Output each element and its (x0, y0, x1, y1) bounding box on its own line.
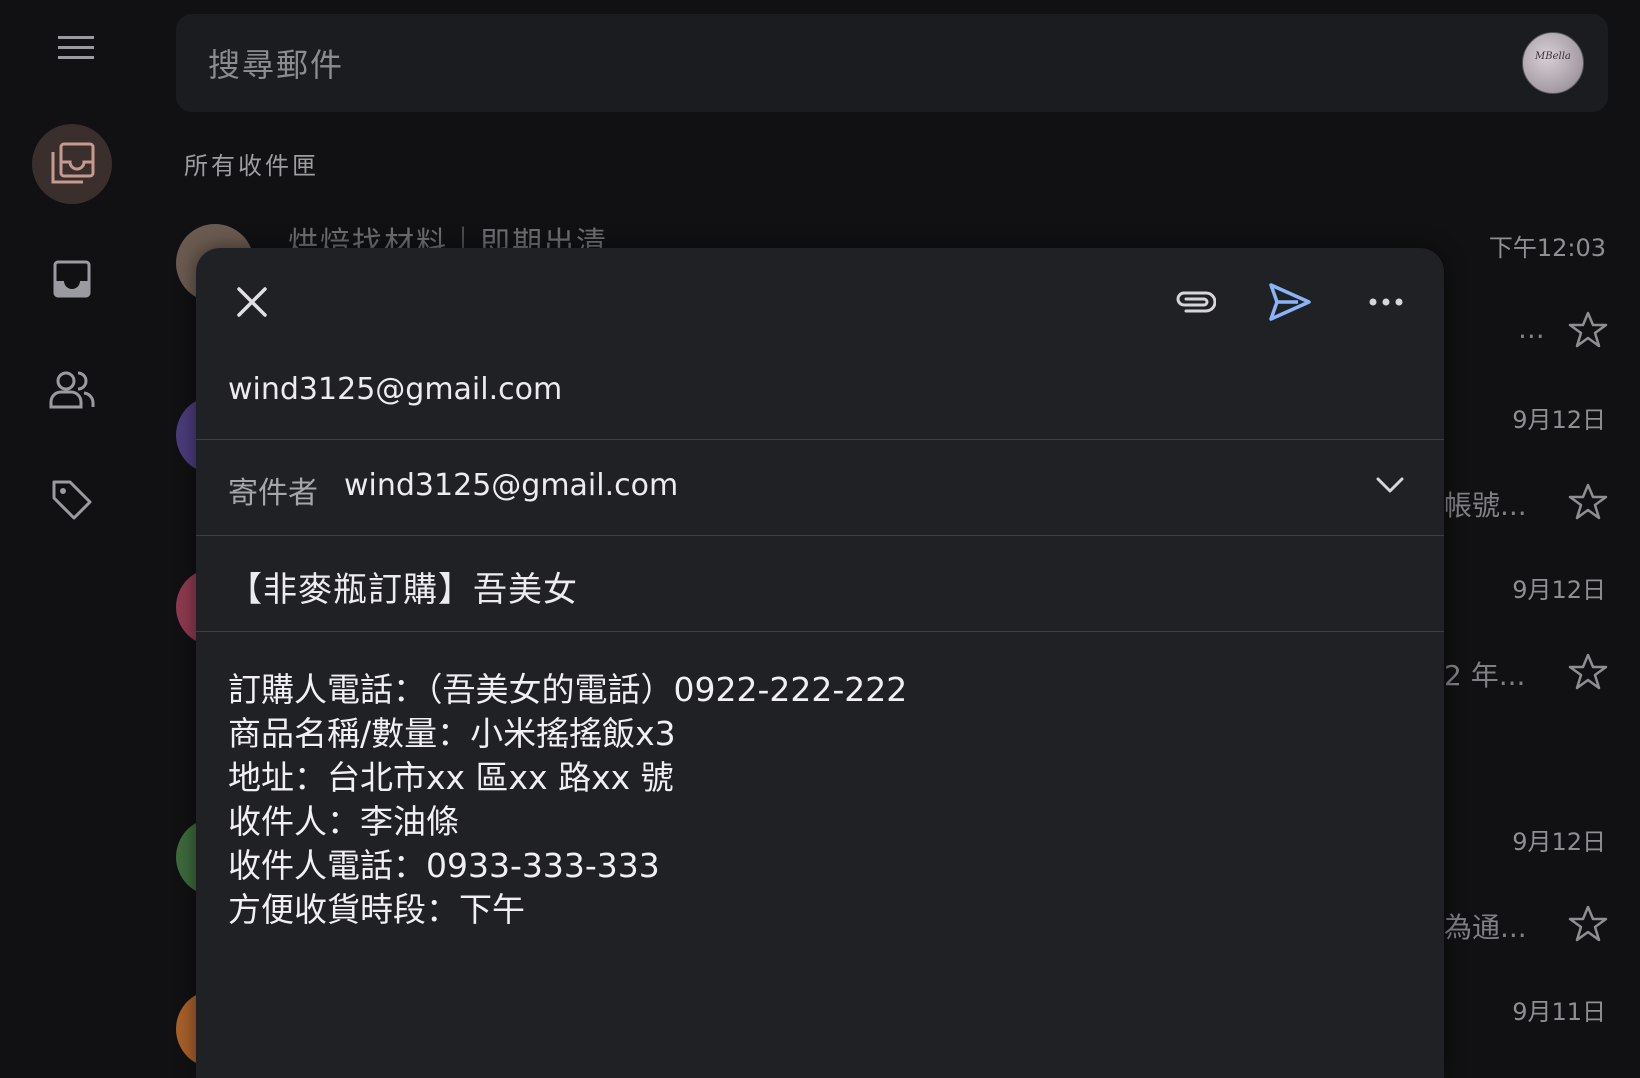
mail-time: 9月12日 (1512, 406, 1606, 434)
hamburger-icon (58, 36, 94, 59)
paperclip-icon (1176, 291, 1216, 313)
star-icon[interactable] (1568, 482, 1608, 522)
contacts-icon (49, 371, 95, 409)
send-button[interactable] (1264, 276, 1316, 328)
from-field[interactable]: 寄件者 wind3125@gmail.com (196, 440, 1444, 536)
body-line: 方便收貨時段：下午 (228, 890, 525, 929)
star-icon[interactable] (1568, 310, 1608, 350)
contacts-button[interactable] (44, 364, 100, 414)
body-line: 地址：台北市xx 區xx 路xx 號 (228, 758, 674, 797)
search-bar[interactable]: 搜尋郵件 MBella (176, 14, 1608, 112)
menu-button[interactable] (48, 26, 104, 70)
mail-time: 9月11日 (1512, 998, 1606, 1026)
body-line: 訂購人電話：（吾美女的電話）0922-222-222 (228, 670, 908, 709)
body-line: 收件人：李油條 (228, 802, 459, 841)
mail-time: 下午12:03 (1488, 234, 1606, 262)
star-icon[interactable] (1568, 904, 1608, 944)
mail-time: 9月12日 (1512, 828, 1606, 856)
send-icon (1269, 283, 1311, 321)
chevron-down-icon[interactable] (1376, 476, 1404, 494)
mail-snippet: 帳號... (1444, 489, 1527, 522)
from-value[interactable]: wind3125@gmail.com (344, 468, 678, 503)
mail-time: 9月12日 (1512, 576, 1606, 604)
more-options-button[interactable] (1362, 278, 1410, 326)
subject-input[interactable]: 【非麥瓶訂購】吾美女 (228, 562, 578, 611)
close-button[interactable] (228, 278, 276, 326)
search-input[interactable]: 搜尋郵件 (208, 40, 344, 86)
account-avatar[interactable]: MBella (1522, 32, 1584, 94)
body-line: 收件人電話：0933-333-333 (228, 846, 660, 885)
nav-rail (0, 0, 145, 1059)
subject-field[interactable]: 【非麥瓶訂購】吾美女 (196, 536, 1444, 632)
inbox-icon (53, 260, 91, 298)
compose-sheet: wind3125@gmail.com 寄件者 wind3125@gmail.co… (196, 248, 1444, 1078)
avatar-text: MBella (1535, 51, 1571, 62)
star-icon[interactable] (1568, 652, 1608, 692)
body-line: 商品名稱/數量：小米搖搖飯x3 (228, 714, 676, 753)
labels-button[interactable] (44, 474, 100, 526)
to-recipient[interactable]: wind3125@gmail.com (228, 372, 562, 407)
list-title: 所有收件匣 (184, 152, 319, 180)
message-body[interactable]: 訂購人電話：（吾美女的電話）0922-222-222 商品名稱/數量：小米搖搖飯… (228, 668, 907, 932)
mail-snippet: ... (1518, 312, 1545, 345)
mail-snippet: 為通... (1444, 911, 1527, 944)
close-icon (237, 287, 267, 317)
to-field[interactable]: wind3125@gmail.com (196, 344, 1444, 440)
inbox-button[interactable] (44, 254, 100, 304)
tag-icon (52, 480, 92, 520)
all-inboxes-button[interactable] (32, 124, 112, 204)
more-horizontal-icon (1369, 298, 1403, 306)
mail-snippet: 2 年... (1444, 659, 1526, 692)
from-label: 寄件者 (228, 476, 318, 511)
attach-button[interactable] (1170, 278, 1218, 326)
all-inboxes-icon (51, 142, 95, 184)
